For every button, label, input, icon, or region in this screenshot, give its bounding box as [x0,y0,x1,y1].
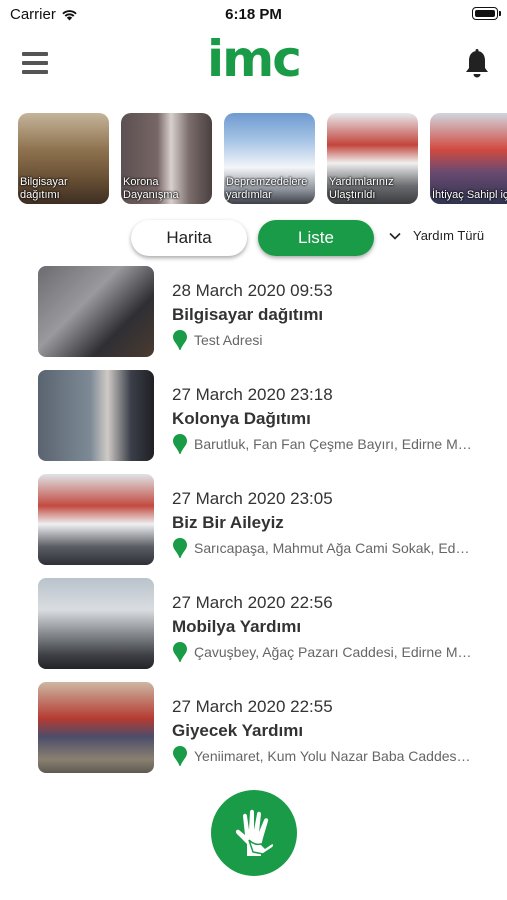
location-pin-icon [173,330,187,350]
list-item[interactable]: 27 March 2020 23:18 Kolonya Dağıtımı Bar… [0,368,507,472]
list-item[interactable]: 27 March 2020 22:55 Giyecek Yardımı Yeni… [0,680,507,784]
item-date: 27 March 2020 22:56 [172,593,333,612]
liste-toggle-button[interactable]: Liste [258,220,374,256]
item-address-text: Çavuşbey, Ağaç Pazarı Caddesi, Edirne Me… [194,644,472,660]
location-pin-icon [173,746,187,766]
location-pin-icon [173,434,187,454]
item-title: Biz Bir Aileyiz [172,513,284,532]
item-address: Yeniimaret, Kum Yolu Nazar Baba Caddesi,… [172,745,472,767]
location-pin-icon [173,642,187,662]
location-pin-icon [173,538,187,558]
item-address-text: Barutluk, Fan Fan Çeşme Bayırı, Edirne M… [194,436,472,452]
app-logo: imc [207,30,302,88]
item-date: 27 March 2020 22:55 [172,697,333,716]
status-time: 6:18 PM [225,6,282,23]
item-thumbnail [38,474,154,565]
story-item[interactable]: Depremzedelere yardımlar [224,113,315,204]
bell-icon[interactable] [462,48,492,80]
item-thumbnail [38,370,154,461]
story-item[interactable]: Korona Dayanışma [121,113,212,204]
story-label: Yardımlarınız Ulaştırıldı [329,176,394,201]
item-address: Barutluk, Fan Fan Çeşme Bayırı, Edirne M… [172,433,472,455]
item-title: Mobilya Yardımı [172,617,302,636]
item-address-text: Test Adresi [194,332,263,348]
story-item[interactable]: Yardımlarınız Ulaştırıldı [327,113,418,204]
story-item[interactable]: İhtiyaç Sahipl için [430,113,507,204]
list-item[interactable]: 27 March 2020 23:05 Biz Bir Aileyiz Sarı… [0,472,507,576]
status-bar: Carrier 6:18 PM [0,0,507,28]
item-thumbnail [38,682,154,773]
battery-icon [472,7,501,20]
helping-hand-icon [235,809,275,856]
yardim-turu-filter[interactable]: Yardım Türü [389,228,484,243]
item-address-text: Yeniimaret, Kum Yolu Nazar Baba Caddesi,… [194,748,472,764]
story-label: Bilgisayar dağıtımı [20,176,68,201]
aid-list: 28 March 2020 09:53 Bilgisayar dağıtımı … [0,264,507,784]
item-address-text: Sarıcapaşa, Mahmut Ağa Cami Sokak, Edirn… [194,540,472,556]
item-thumbnail [38,578,154,669]
story-label: Korona Dayanışma [123,176,179,201]
story-item[interactable]: Bilgisayar dağıtımı [18,113,109,204]
harita-toggle-button[interactable]: Harita [131,220,247,256]
filter-label: Yardım Türü [413,228,485,243]
story-label: Depremzedelere yardımlar [226,176,308,201]
item-address: Çavuşbey, Ağaç Pazarı Caddesi, Edirne Me… [172,641,472,663]
list-item[interactable]: 28 March 2020 09:53 Bilgisayar dağıtımı … [0,264,507,368]
stories-carousel[interactable]: Bilgisayar dağıtımı Korona Dayanışma Dep… [18,113,507,204]
item-title: Kolonya Dağıtımı [172,409,311,428]
item-date: 28 March 2020 09:53 [172,281,333,300]
item-title: Giyecek Yardımı [172,721,304,740]
chevron-down-icon [389,232,401,240]
item-title: Bilgisayar dağıtımı [172,305,324,324]
item-address: Test Adresi [172,329,472,351]
item-address: Sarıcapaşa, Mahmut Ağa Cami Sokak, Edirn… [172,537,472,559]
item-date: 27 March 2020 23:18 [172,385,333,404]
list-item[interactable]: 27 March 2020 22:56 Mobilya Yardımı Çavu… [0,576,507,680]
item-date: 27 March 2020 23:05 [172,489,333,508]
story-label: İhtiyaç Sahipl için [432,189,507,201]
help-request-button[interactable] [211,790,297,876]
item-thumbnail [38,266,154,357]
